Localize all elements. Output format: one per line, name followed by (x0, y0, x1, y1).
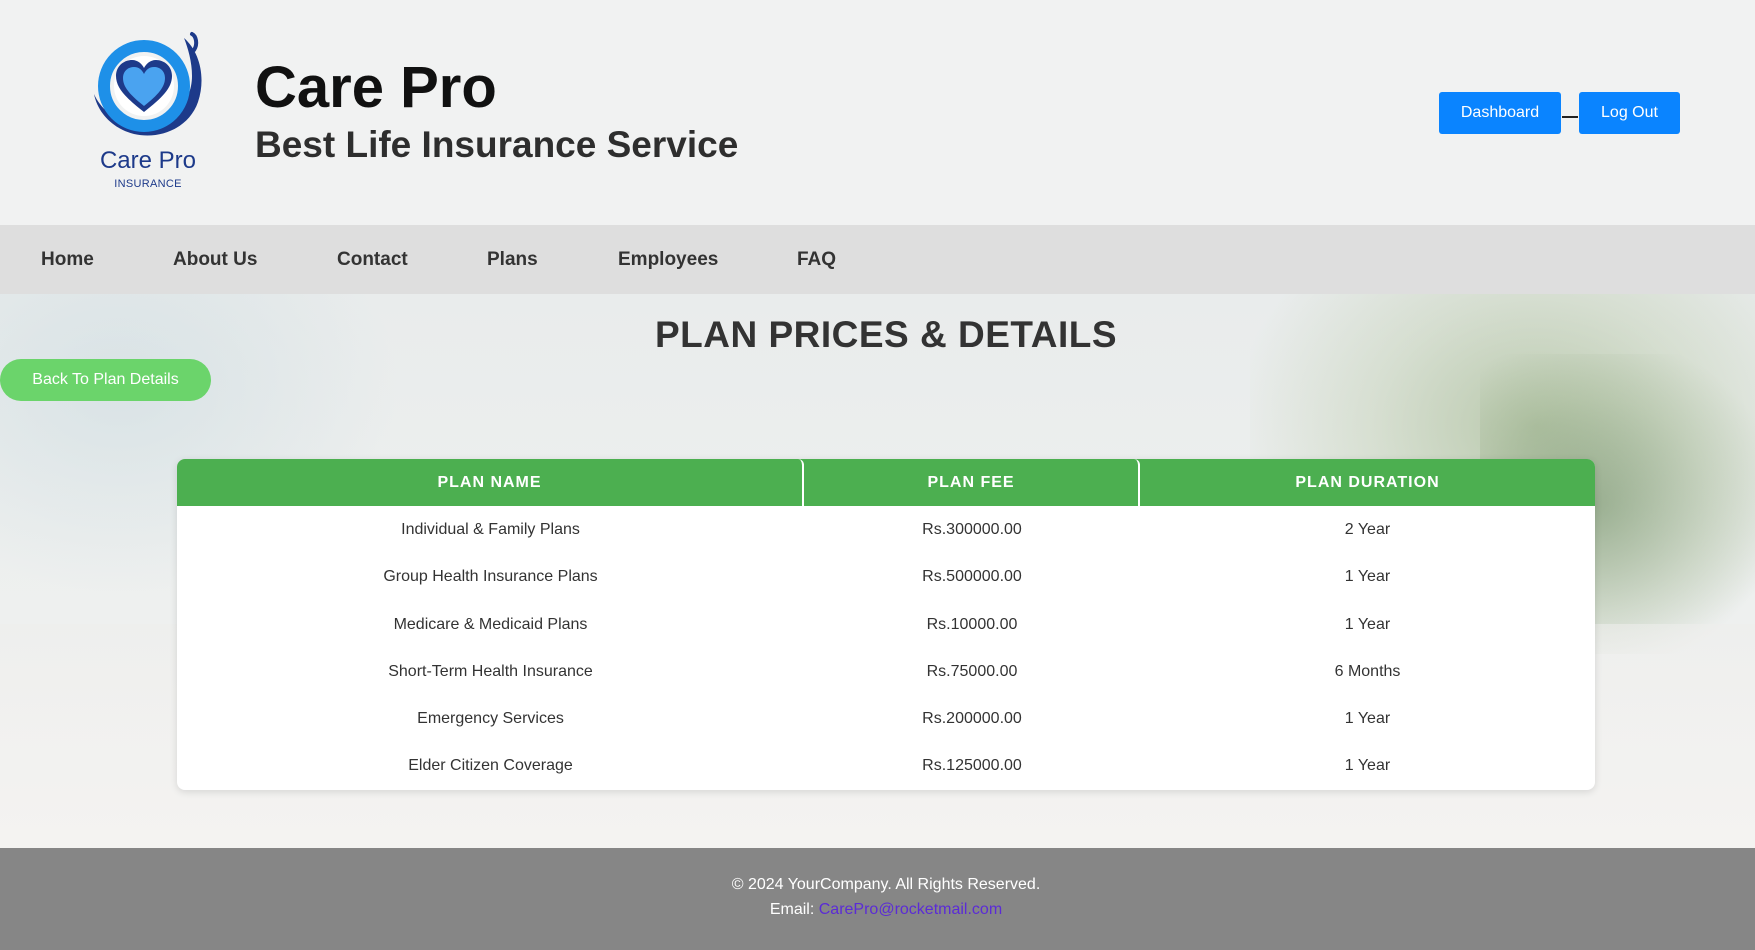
plan-table: PLAN NAME PLAN FEE PLAN DURATION Individ… (177, 459, 1595, 790)
nav-item-faq[interactable]: FAQ (797, 225, 836, 294)
table-row: Short-Term Health Insurance Rs.75000.00 … (177, 648, 1595, 695)
page-title: PLAN PRICES & DETAILS (654, 314, 1118, 355)
footer-email-line: Email: CarePro@rocketmail.com (0, 901, 1755, 919)
plan-duration-cell: 2 Year (1344, 521, 1391, 538)
nav-item-plans[interactable]: Plans (487, 225, 538, 294)
plan-fee-cell: Rs.10000.00 (926, 615, 1018, 633)
site-header: Care Pro INSURANCE Care Pro Best Life In… (0, 0, 1755, 225)
email-link[interactable]: CarePro@rocketmail.com (819, 901, 1002, 918)
nav-item-home[interactable]: Home (41, 225, 94, 294)
plan-duration-cell: 1 Year (1344, 568, 1391, 586)
logo-text: Care Pro (99, 147, 197, 174)
plan-fee-cell: Rs.125000.00 (922, 757, 1022, 775)
table-row: Emergency Services Rs.200000.00 1 Year (177, 695, 1595, 742)
column-header-plan-duration: PLAN DURATION (1295, 474, 1440, 491)
logo-subtext: INSURANCE (114, 178, 182, 190)
plan-fee-cell: Rs.75000.00 (926, 662, 1018, 680)
plan-name-cell: Short-Term Health Insurance (388, 662, 593, 680)
plan-duration-cell: 1 Year (1344, 757, 1391, 775)
brand-subtitle: Best Life Insurance Service (255, 124, 739, 165)
button-separator (1562, 116, 1578, 118)
site-footer: © 2024 YourCompany. All Rights Reserved.… (0, 848, 1755, 950)
column-header-plan-fee: PLAN FEE (804, 459, 1140, 506)
nav-item-contact[interactable]: Contact (337, 225, 408, 294)
table-row: Group Health Insurance Plans Rs.500000.0… (177, 553, 1595, 600)
logout-button[interactable]: Log Out (1579, 92, 1680, 134)
heart-hands-icon (94, 32, 202, 136)
email-label: Email: (769, 901, 819, 918)
plan-duration-cell: 6 Months (1334, 662, 1401, 680)
dashboard-button[interactable]: Dashboard (1439, 92, 1561, 134)
main-nav: Home About Us Contact Plans Employees FA… (0, 225, 1755, 294)
plan-fee-cell: Rs.200000.00 (922, 710, 1022, 728)
plan-duration-cell: 1 Year (1344, 615, 1391, 633)
plan-name-cell: Elder Citizen Coverage (408, 757, 573, 775)
plan-fee-cell: Rs.500000.00 (922, 568, 1022, 586)
plan-name-cell: Emergency Services (417, 710, 564, 728)
column-header-plan-name: PLAN NAME (177, 459, 804, 506)
table-row: Individual & Family Plans Rs.300000.00 2… (177, 506, 1595, 553)
main-content: PLAN PRICES & DETAILS Back To Plan Detai… (0, 294, 1755, 848)
plan-fee-cell: Rs.300000.00 (922, 521, 1022, 538)
plan-duration-cell: 1 Year (1344, 710, 1391, 728)
table-row: Elder Citizen Coverage Rs.125000.00 1 Ye… (177, 742, 1595, 789)
copyright-text: © 2024 YourCompany. All Rights Reserved. (731, 876, 1041, 893)
plan-name-cell: Medicare & Medicaid Plans (393, 615, 588, 633)
plan-name-cell: Group Health Insurance Plans (383, 568, 598, 586)
plan-name-cell: Individual & Family Plans (401, 521, 580, 538)
nav-item-employees[interactable]: Employees (618, 225, 718, 294)
brand-title: Care Pro (255, 55, 497, 120)
care-pro-logo[interactable]: Care Pro INSURANCE (88, 30, 208, 195)
nav-item-about-us[interactable]: About Us (173, 225, 257, 294)
table-row: Medicare & Medicaid Plans Rs.10000.00 1 … (177, 601, 1595, 648)
back-to-plan-details-button[interactable]: Back To Plan Details (0, 359, 211, 401)
table-header: PLAN NAME PLAN FEE PLAN DURATION (177, 459, 1595, 506)
